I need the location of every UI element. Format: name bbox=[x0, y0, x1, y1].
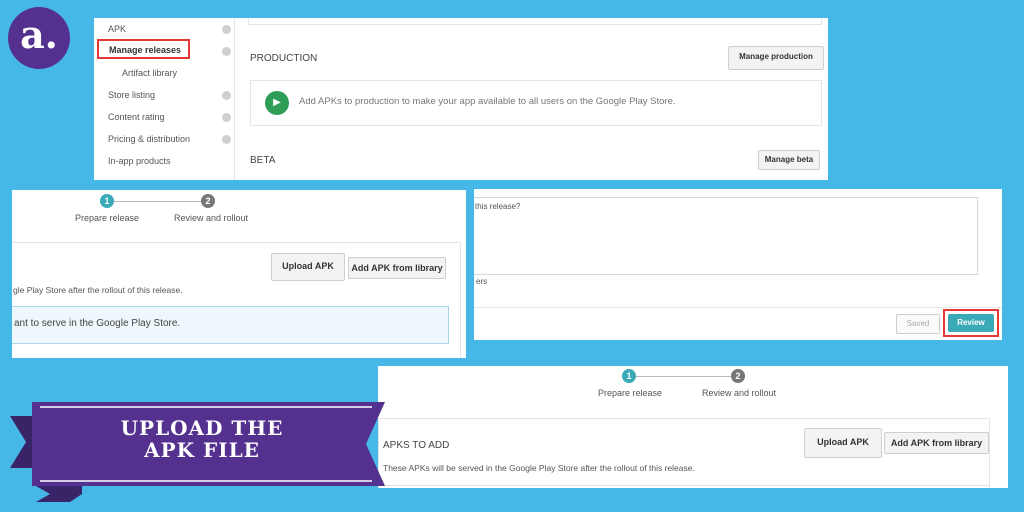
step-2-circle: 2 bbox=[201, 194, 215, 208]
check-icon bbox=[222, 135, 231, 144]
banner-line-2: APK FILE bbox=[144, 438, 260, 462]
apks-to-add-heading: APKS TO ADD bbox=[383, 440, 450, 451]
footer-divider bbox=[474, 307, 1002, 308]
step-1-label: Prepare release bbox=[75, 213, 140, 223]
production-card: ▶ Add APKs to production to make your ap… bbox=[250, 80, 822, 126]
next-card-edge bbox=[379, 485, 989, 486]
manage-releases-panel: APK Manage releases Artifact library Sto… bbox=[94, 18, 828, 180]
sidebar-item-apk[interactable]: APK bbox=[108, 24, 126, 34]
saved-button[interactable]: Saved bbox=[896, 314, 940, 334]
check-icon bbox=[222, 47, 231, 56]
info-box: ant to serve in the Google Play Store. bbox=[12, 306, 449, 344]
apks-card: APKS TO ADD Upload APK Add APK from libr… bbox=[378, 418, 990, 488]
sidebar-item-manage-releases[interactable]: Manage releases bbox=[97, 39, 190, 59]
check-icon bbox=[222, 91, 231, 100]
manage-production-button[interactable]: Manage production bbox=[728, 46, 824, 70]
apks-to-add-panel: 1 2 Prepare release Review and rollout A… bbox=[378, 366, 1008, 488]
step-connector bbox=[114, 201, 208, 202]
banner-line-1: UPLOAD THE bbox=[120, 416, 284, 440]
review-button[interactable]: Review bbox=[948, 314, 994, 332]
step-1-circle: 1 bbox=[100, 194, 114, 208]
served-text: These APKs will be served in the Google … bbox=[383, 463, 695, 473]
logo: a. bbox=[8, 7, 70, 69]
upload-apk-button[interactable]: Upload APK bbox=[804, 428, 882, 458]
step-2-label: Review and rollout bbox=[702, 388, 777, 398]
add-apk-from-library-button[interactable]: Add APK from library bbox=[884, 432, 989, 454]
prepare-release-panel: 1 2 Prepare release Review and rollout U… bbox=[12, 190, 466, 358]
step-connector bbox=[636, 376, 732, 377]
apks-card: Upload APK Add APK from library gle Play… bbox=[12, 242, 461, 358]
manage-beta-button[interactable]: Manage beta bbox=[758, 150, 820, 170]
served-text: gle Play Store after the rollout of this… bbox=[13, 285, 183, 295]
below-text: ers bbox=[476, 277, 488, 286]
logo-letter: a. bbox=[20, 12, 58, 57]
review-panel: this release? ers Saved Review bbox=[474, 189, 1002, 340]
check-icon bbox=[222, 25, 231, 34]
upload-apk-button[interactable]: Upload APK bbox=[271, 253, 345, 281]
sidebar-item-artifact-library[interactable]: Artifact library bbox=[122, 68, 177, 78]
add-apk-from-library-button[interactable]: Add APK from library bbox=[348, 257, 446, 279]
check-icon bbox=[222, 113, 231, 122]
play-store-icon: ▶ bbox=[265, 91, 289, 115]
step-2-circle: 2 bbox=[731, 369, 745, 383]
step-1-label: Prepare release bbox=[598, 388, 663, 398]
banner-ribbon: UPLOAD THE APK FILE bbox=[0, 398, 388, 508]
sidebar-item-pricing[interactable]: Pricing & distribution bbox=[108, 134, 190, 144]
sidebar-item-store-listing[interactable]: Store listing bbox=[108, 90, 155, 100]
textarea-text: this release? bbox=[475, 202, 521, 211]
production-heading: PRODUCTION bbox=[250, 53, 318, 64]
step-2-label: Review and rollout bbox=[174, 213, 249, 223]
beta-heading: BETA bbox=[250, 155, 276, 166]
top-card-edge bbox=[248, 18, 822, 25]
sidebar: APK Manage releases Artifact library Sto… bbox=[94, 18, 235, 180]
step-1-circle: 1 bbox=[622, 369, 636, 383]
release-notes-textarea[interactable]: this release? bbox=[474, 197, 978, 275]
sidebar-item-in-app-products[interactable]: In-app products bbox=[108, 156, 171, 166]
sidebar-item-content-rating[interactable]: Content rating bbox=[108, 112, 165, 122]
production-message: Add APKs to production to make your app … bbox=[299, 96, 676, 107]
review-button-outline: Review bbox=[943, 309, 999, 337]
info-text: ant to serve in the Google Play Store. bbox=[14, 318, 181, 329]
